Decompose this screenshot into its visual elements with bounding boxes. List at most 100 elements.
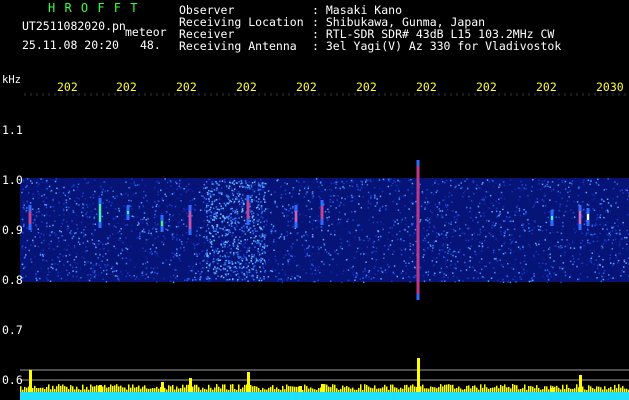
speckle [473,193,475,195]
speckle [409,242,411,245]
speckle [412,244,414,246]
speckle [86,211,88,214]
power-bar [492,387,494,392]
power-bar [104,384,106,392]
speckle [228,201,230,204]
speckle [341,197,343,199]
speckle [591,255,593,258]
speckle [105,266,107,268]
speckle [468,259,470,262]
speckle [253,222,255,224]
speckle [608,232,610,235]
speckle [237,245,239,248]
speckle [78,204,80,206]
speckle [555,274,557,276]
speckle [426,217,429,219]
speckle [75,256,77,258]
speckle [233,252,235,254]
speckle [235,252,237,254]
speckle [138,184,140,186]
speckle [389,244,392,246]
speckle [607,178,609,180]
speckle [263,236,266,238]
speckle [380,221,382,223]
speckle [557,184,560,186]
speckle [257,250,259,253]
speckle [256,230,259,232]
speckle [548,219,551,222]
power-spike [189,378,192,392]
speckle [106,199,108,201]
speckle [625,237,628,239]
speckle [32,222,35,224]
speckle [299,266,301,268]
power-bar [214,387,216,392]
speckle [218,236,220,238]
speckle [532,178,534,181]
speckle [541,199,544,201]
speckle [392,271,394,274]
speckle [560,232,563,235]
speckle [438,253,440,255]
speckle [40,267,42,270]
speckle [272,267,274,270]
speckle [594,224,596,227]
speckle [444,204,447,206]
speckle [21,245,24,247]
speckle [171,205,173,207]
speckle [442,199,444,202]
speckle [465,239,467,242]
speckle [240,197,243,200]
speckle [506,275,509,278]
speckle [47,203,49,205]
speckle [52,205,55,208]
speckle [211,201,213,203]
speckle [192,199,194,201]
speckle [129,204,132,207]
speckle [22,225,25,227]
speckle [531,277,533,280]
speckle [591,234,594,236]
time-label: 202 [536,80,557,94]
speckle [403,228,406,231]
speckle [419,219,422,221]
speckle [227,195,229,197]
speckle [514,188,516,191]
speckle [143,217,145,219]
speckle [85,262,88,264]
speckle [535,250,538,253]
speckle [249,227,252,229]
speckle [43,239,45,242]
antenna-label: Receiving Antenna [179,39,297,53]
speckle [193,198,196,200]
speckle [207,192,210,194]
speckle [292,243,294,245]
speckle [365,253,367,255]
speckle [255,257,257,260]
speckle [231,182,234,184]
speckle [573,200,575,203]
power-bar [476,387,478,392]
speckle [70,230,72,232]
speckle [101,215,104,218]
speckle [231,261,233,263]
speckle [311,264,313,266]
power-bar [204,388,206,392]
speckle [596,236,599,238]
speckle [264,269,267,272]
speckle [246,273,249,275]
speckle [252,268,254,271]
speckle [212,228,215,230]
speckle [26,227,28,229]
speckle [620,271,622,273]
power-bar [496,385,498,392]
speckle [611,227,613,229]
speckle [311,192,314,195]
antenna-value: : 3el Yagi(V) Az 330 for Vladivostok [312,39,562,53]
speckle [381,271,384,273]
speckle [478,187,481,189]
speckle [623,259,626,261]
speckle [214,212,217,215]
speckle [409,234,411,236]
speckle [528,280,531,283]
